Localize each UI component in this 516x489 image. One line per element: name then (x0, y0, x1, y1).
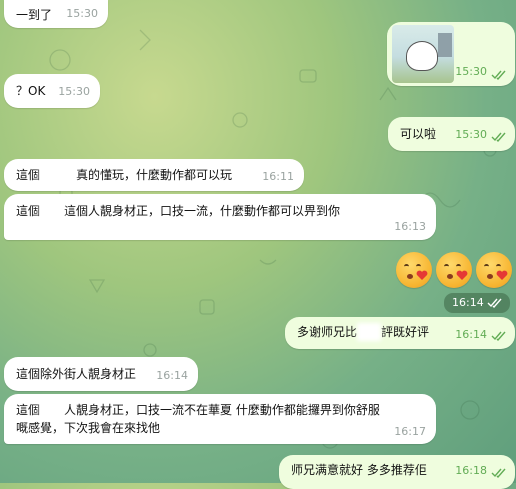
message-text-part: 這個 (16, 168, 41, 182)
double-check-icon (491, 70, 506, 80)
redacted-text: 某某某 (40, 166, 77, 184)
message-incoming[interactable]: ？OK 15:30 (4, 74, 100, 108)
message-time: 16:14 (452, 296, 484, 309)
message-incoming[interactable]: 這個某某某真的懂玩，什麼動作都可以玩 16:11 (4, 159, 304, 191)
message-time-pill: 16:14 (444, 293, 510, 313)
message-time: 16:13 (394, 220, 426, 233)
heart-icon (416, 270, 428, 280)
message-outgoing[interactable]: 可以啦 15:30 (388, 117, 515, 151)
message-text: 這個除外街人靚身材正 (16, 367, 137, 381)
message-time: 16:14 (156, 369, 188, 382)
message-time: 16:18 (455, 464, 487, 477)
message-outgoing[interactable]: 师兄满意就好 多多推荐佢 16:18 (279, 455, 515, 489)
message-text: 一到了 (16, 8, 53, 22)
message-text-part: 人靚身材正，口技一流不在華夏 什麼動作都能攞畀到你舒服 (64, 403, 380, 417)
double-check-icon (487, 298, 502, 308)
message-time: 15:30 (455, 65, 487, 78)
message-text-part: 這個人靚身材正，口技一流，什麼動作都可以畀到你 (64, 204, 341, 218)
message-text: 可以啦 (400, 127, 437, 141)
sticker-building (438, 33, 452, 57)
message-incoming[interactable]: 這個某某人靚身材正，口技一流不在華夏 什麼動作都能攞畀到你舒服 嘅感覺，下次我會… (4, 394, 436, 444)
heart-icon (456, 270, 468, 280)
message-text-part: 多谢师兄比 (297, 325, 358, 339)
kissing-face-emoji[interactable] (436, 252, 472, 288)
kissing-face-emoji[interactable] (396, 252, 432, 288)
redacted-text: 某某 (357, 323, 382, 341)
message-time: 16:11 (262, 170, 294, 183)
message-time: 15:30 (455, 128, 487, 141)
message-line: 這個某某人靚身材正，口技一流不在華夏 什麼動作都能攞畀到你舒服 (16, 401, 426, 419)
kissing-face-emoji[interactable] (476, 252, 512, 288)
message-time: 16:14 (455, 328, 487, 341)
double-check-icon (491, 331, 506, 341)
message-text-part: 這個 (16, 403, 41, 417)
message-incoming[interactable]: 一到了 15:30 (4, 0, 108, 28)
redacted-text: 某某 (40, 202, 65, 220)
message-text: 师兄满意就好 多多推荐佢 (291, 463, 427, 477)
message-incoming[interactable]: 這個除外街人靚身材正 16:14 (4, 357, 198, 391)
message-text-part: 評既好评 (381, 325, 430, 339)
message-time: 15:30 (58, 85, 90, 98)
redacted-text: 某某 (40, 401, 65, 419)
sticker-image[interactable] (392, 25, 454, 83)
message-incoming[interactable]: 這個某某這個人靚身材正，口技一流，什麼動作都可以畀到你 16:13 (4, 194, 436, 240)
message-text: ？OK (16, 84, 46, 98)
message-text-part: 這個 (16, 204, 41, 218)
heart-icon (496, 270, 508, 280)
message-line: 嘅感覺，下次我會在來找他 (16, 421, 161, 435)
double-check-icon (491, 132, 506, 142)
message-text-part: 真的懂玩，什麼動作都可以玩 (76, 168, 233, 182)
message-time: 16:17 (394, 425, 426, 438)
message-outgoing-image[interactable]: 15:30 (387, 22, 515, 86)
message-outgoing[interactable]: 多谢师兄比某某評既好评 16:14 (285, 317, 515, 349)
sticker-character (406, 41, 438, 71)
message-time: 15:30 (66, 7, 98, 20)
double-check-icon (491, 468, 506, 478)
